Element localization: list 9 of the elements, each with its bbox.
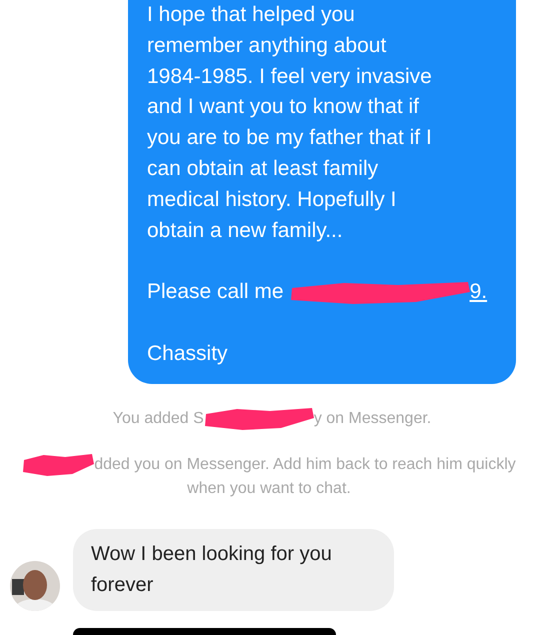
message-text: I hope that helped you remember anything about 1984-1985. I feel very invasive and I want you to know that if you are to be my father that if I can obtain at least family medical history. Hopefully I obtain a new family... (147, 2, 433, 244)
system-note: You added S (112, 410, 204, 428)
phone-link[interactable]: 9. (470, 277, 488, 308)
received-message-bubble: Wow I been looking for you forever (73, 528, 394, 611)
system-note: y on Messenger. (314, 410, 432, 428)
message-text: Please call me (147, 279, 284, 306)
system-note: dded you on Messenger. Add him back to reach him quickly when you want to chat. (94, 456, 516, 497)
message-text: Chassity (147, 341, 229, 368)
media-attachment[interactable] (73, 628, 336, 635)
